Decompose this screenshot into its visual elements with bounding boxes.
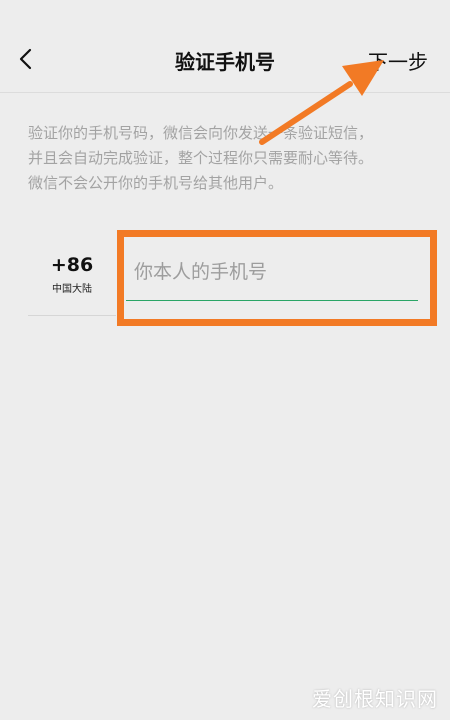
phone-number-input[interactable] — [134, 252, 414, 292]
annotation-arrow-icon — [259, 60, 384, 145]
verify-phone-page: 验证手机号 下一步 验证你的手机号码，微信会向你发送一条验证短信， 并且会自动完… — [0, 0, 450, 720]
description-line: 微信不会公开你的手机号给其他用户。 — [28, 174, 284, 192]
country-name: 中国大陆 — [52, 284, 92, 295]
phone-input-row: +86 中国大陆 — [28, 242, 426, 316]
country-divider — [28, 315, 116, 316]
input-underline — [126, 300, 418, 301]
phone-input-container — [124, 242, 418, 304]
next-step-button[interactable]: 下一步 — [368, 46, 428, 75]
description-line: 验证你的手机号码，微信会向你发送一条验证短信， — [28, 124, 374, 142]
country-code: +86 — [50, 254, 94, 276]
nav-bar: 验证手机号 下一步 — [0, 0, 450, 93]
watermark: 爱创根知识网 — [312, 687, 438, 711]
description-line: 并且会自动完成验证，整个过程你只需要耐心等待。 — [28, 149, 374, 167]
verification-description: 验证你的手机号码，微信会向你发送一条验证短信， 并且会自动完成验证，整个过程你只… — [28, 121, 428, 196]
country-code-selector[interactable]: +86 中国大陆 — [28, 242, 116, 316]
